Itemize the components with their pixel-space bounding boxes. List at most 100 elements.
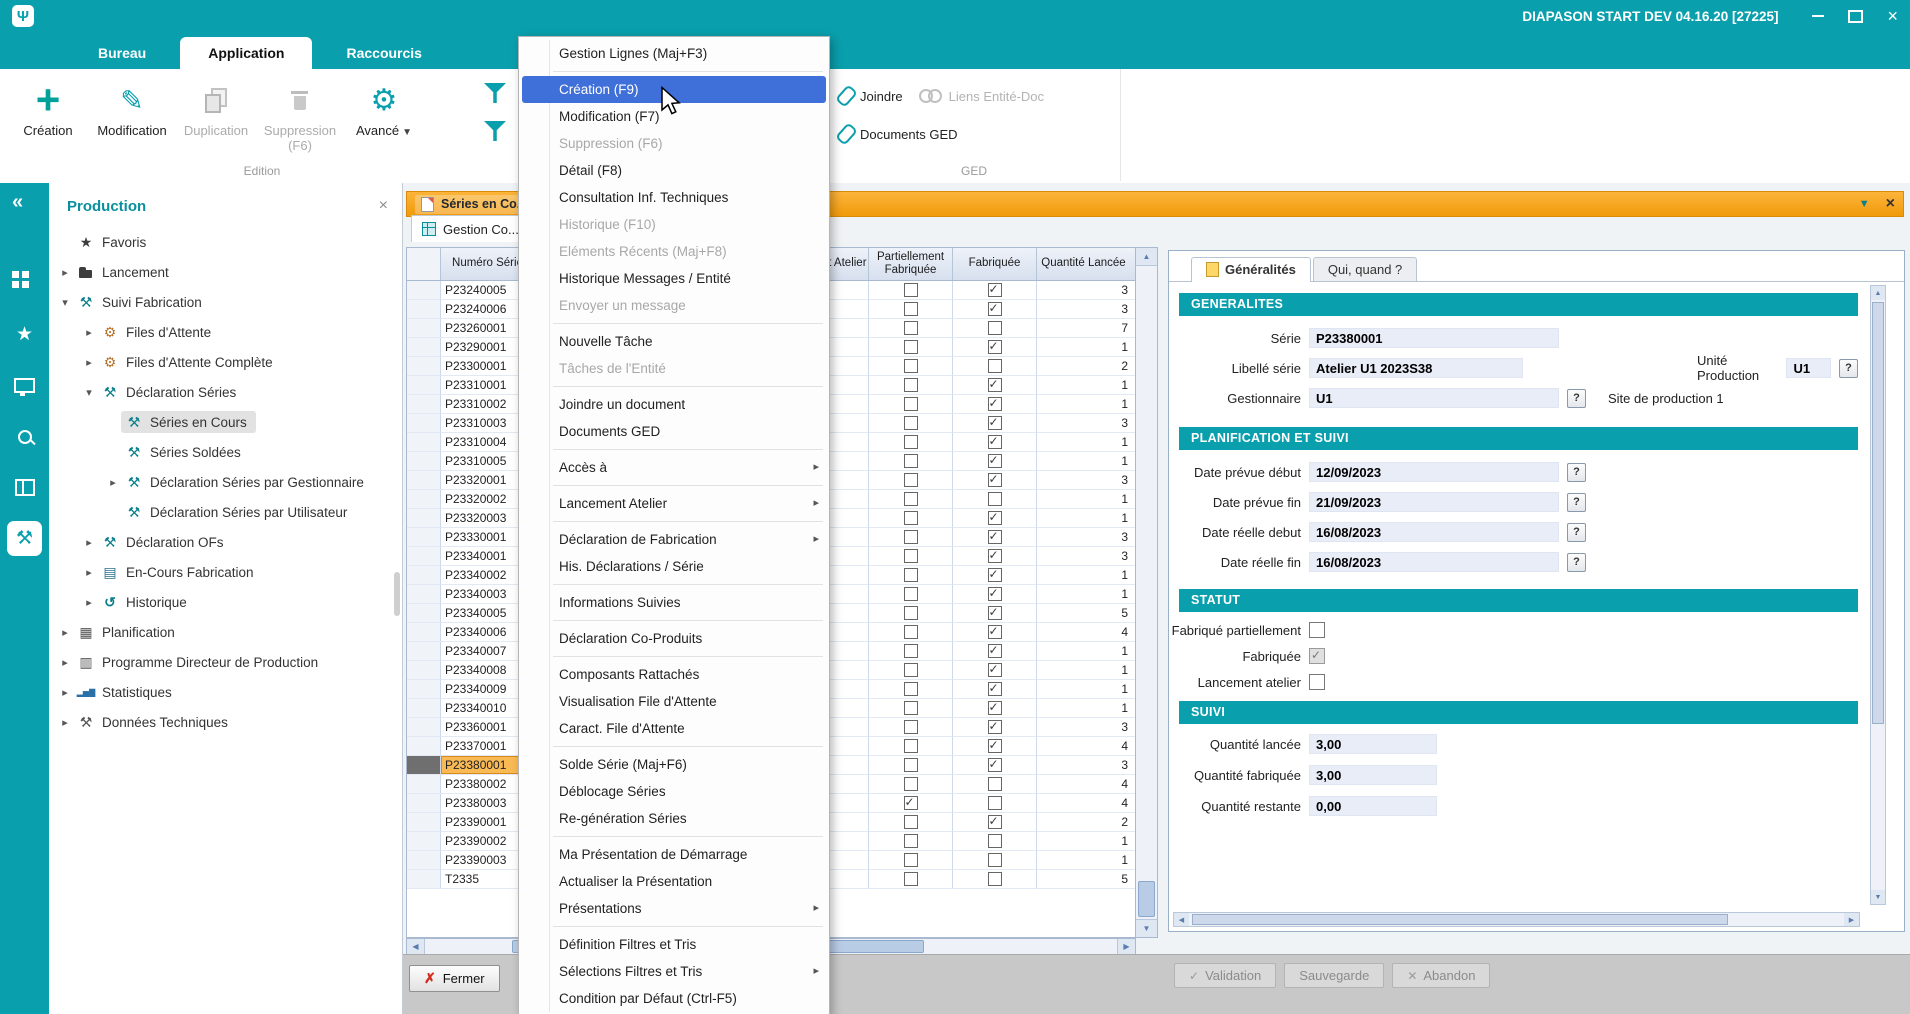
expander-icon[interactable]: ▾ <box>57 296 73 309</box>
checkbox-icon[interactable] <box>904 511 918 525</box>
nav-item[interactable]: ▾Suivi Fabrication <box>49 287 402 317</box>
expander-icon[interactable]: ▸ <box>57 626 73 639</box>
checkbox-icon[interactable] <box>904 397 918 411</box>
checkbox-icon[interactable] <box>988 872 1002 886</box>
expander-icon[interactable]: ▸ <box>57 266 73 279</box>
row-selector[interactable] <box>407 813 441 832</box>
menu-item[interactable]: Sélections Filtres et Tris▸ <box>519 958 829 985</box>
row-selector[interactable] <box>407 376 441 395</box>
fabrique-partiellement-checkbox[interactable] <box>1309 622 1325 638</box>
help-button[interactable]: ? <box>1567 389 1586 408</box>
header-selector[interactable] <box>407 248 441 280</box>
checkbox-icon[interactable] <box>988 625 1002 639</box>
row-selector[interactable] <box>407 281 441 300</box>
row-selector[interactable] <box>407 680 441 699</box>
menu-item[interactable]: Déclaration de Fabrication▸ <box>519 526 829 553</box>
filter-button-2[interactable] <box>480 117 510 145</box>
expander-icon[interactable]: ▸ <box>57 716 73 729</box>
desktop-icon[interactable] <box>7 368 42 403</box>
checkbox-icon[interactable] <box>904 606 918 620</box>
checkbox-icon[interactable] <box>988 644 1002 658</box>
row-selector[interactable] <box>407 338 441 357</box>
checkbox-icon[interactable] <box>904 644 918 658</box>
nav-item[interactable]: ▸Lancement <box>49 257 402 287</box>
date-prevue-fin-field[interactable]: 21/09/2023 <box>1309 492 1559 512</box>
checkbox-icon[interactable] <box>988 853 1002 867</box>
liens-entite-doc-button[interactable]: Liens Entité-Doc <box>915 81 1048 111</box>
fermer-button[interactable]: ✗ Fermer <box>409 965 500 992</box>
data-icon[interactable] <box>7 470 42 505</box>
maximize-icon[interactable] <box>1848 10 1863 23</box>
help-button[interactable]: ? <box>1567 463 1586 482</box>
detail-vertical-scrollbar[interactable]: ▲ ▼ <box>1870 285 1886 905</box>
menu-item[interactable]: Tâches de l'Entité <box>519 355 829 382</box>
row-selector[interactable] <box>407 509 441 528</box>
checkbox-icon[interactable] <box>904 758 918 772</box>
checkbox-icon[interactable] <box>988 834 1002 848</box>
menu-item[interactable]: Définition Filtres et Tris <box>519 931 829 958</box>
nav-scrollbar[interactable] <box>394 572 400 616</box>
checkbox-icon[interactable] <box>988 663 1002 677</box>
scroll-left-icon[interactable]: ◀ <box>1174 913 1189 926</box>
nav-item[interactable]: ▸Déclaration OFs <box>49 527 402 557</box>
date-reelle-fin-field[interactable]: 16/08/2023 <box>1309 552 1559 572</box>
menu-item[interactable]: Accès à▸ <box>519 454 829 481</box>
nav-item[interactable]: ▸Historique <box>49 587 402 617</box>
row-selector[interactable] <box>407 414 441 433</box>
expander-icon[interactable]: ▸ <box>57 686 73 699</box>
menu-item[interactable]: Nouvelle Tâche <box>519 328 829 355</box>
minimize-icon[interactable] <box>1812 15 1824 17</box>
checkbox-icon[interactable] <box>904 473 918 487</box>
row-selector[interactable] <box>407 851 441 870</box>
row-selector[interactable] <box>407 395 441 414</box>
checkbox-icon[interactable] <box>988 682 1002 696</box>
nav-item[interactable]: ▸Planification <box>49 617 402 647</box>
checkbox-icon[interactable] <box>904 492 918 506</box>
duplication-button[interactable]: Duplication <box>174 75 258 169</box>
menu-item[interactable]: Consultation Inf. Techniques <box>519 184 829 211</box>
help-button[interactable]: ? <box>1567 523 1586 542</box>
nav-item[interactable]: ▸En-Cours Fabrication <box>49 557 402 587</box>
help-button[interactable]: ? <box>1567 553 1586 572</box>
row-selector[interactable] <box>407 490 441 509</box>
menu-item[interactable]: Condition par Défaut (Ctrl-F5) <box>519 985 829 1012</box>
documents-ged-button[interactable]: Documents GED <box>836 119 962 149</box>
row-selector[interactable] <box>407 623 441 642</box>
checkbox-icon[interactable] <box>988 359 1002 373</box>
menu-item[interactable]: Re-génération Séries <box>519 805 829 832</box>
menu-item[interactable]: Détail (F8) <box>519 157 829 184</box>
checkbox-icon[interactable] <box>904 663 918 677</box>
checkbox-icon[interactable] <box>904 435 918 449</box>
menu-item[interactable]: Actualiser la Présentation <box>519 868 829 895</box>
row-selector[interactable] <box>407 737 441 756</box>
scroll-up-icon[interactable]: ▲ <box>1136 248 1157 266</box>
menu-item[interactable]: Suppression (F6) <box>519 130 829 157</box>
nav-item[interactable]: Séries Soldées <box>49 437 402 467</box>
menu-item[interactable]: Déclaration Co-Produits <box>519 625 829 652</box>
nav-item[interactable]: Séries en Cours <box>49 407 402 437</box>
gestionnaire-field[interactable]: U1 <box>1309 388 1559 408</box>
nav-item[interactable]: ▸Déclaration Séries par Gestionnaire <box>49 467 402 497</box>
row-selector[interactable] <box>407 300 441 319</box>
modules-icon[interactable] <box>7 266 42 301</box>
expander-icon[interactable]: ▸ <box>81 326 97 339</box>
row-selector[interactable] <box>407 547 441 566</box>
menu-item[interactable]: Visualisation File d'Attente <box>519 688 829 715</box>
checkbox-icon[interactable] <box>988 340 1002 354</box>
menu-item[interactable]: Eléments Récents (Maj+F8) <box>519 238 829 265</box>
checkbox-icon[interactable] <box>904 701 918 715</box>
row-selector[interactable] <box>407 870 441 889</box>
quantite-fabriquee-field[interactable]: 3,00 <box>1309 765 1437 785</box>
document-close-icon[interactable]: × <box>1886 195 1895 213</box>
libelle-field[interactable]: Atelier U1 2023S38 <box>1309 358 1523 378</box>
menu-item[interactable]: Historique (F10) <box>519 211 829 238</box>
checkbox-icon[interactable] <box>988 321 1002 335</box>
row-selector[interactable] <box>407 775 441 794</box>
checkbox-icon[interactable] <box>988 758 1002 772</box>
tab-qui-quand[interactable]: Qui, quand ? <box>1313 257 1417 281</box>
validation-button[interactable]: ✓ Validation <box>1174 963 1276 988</box>
vertical-scroll-thumb[interactable] <box>1138 881 1155 917</box>
expander-icon[interactable]: ▸ <box>81 536 97 549</box>
search-icon[interactable] <box>7 419 42 454</box>
header-fabriquee[interactable]: Fabriquée <box>953 248 1037 280</box>
